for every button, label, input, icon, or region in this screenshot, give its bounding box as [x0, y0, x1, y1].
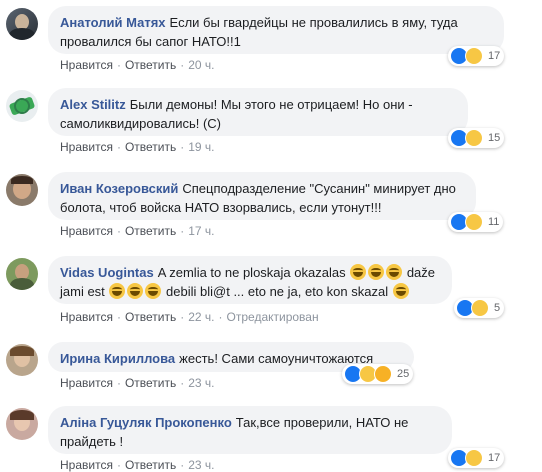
like-link[interactable]: Нравится — [60, 140, 113, 154]
comment-bubble: Анатолий Матях Если бы гвардейцы не прова… — [48, 6, 504, 54]
comment-time[interactable]: 20 ч. — [188, 58, 214, 72]
reply-link[interactable]: Ответить — [125, 224, 176, 238]
reaction-summary[interactable]: 11 — [448, 212, 504, 232]
comment-actions: Нравится · Ответить · 23 ч. — [60, 458, 215, 472]
laughing-emoji-icon — [127, 283, 144, 299]
avatar[interactable] — [6, 8, 38, 40]
laughing-emoji-icon — [145, 283, 162, 299]
reaction-count: 5 — [494, 302, 501, 314]
comment-author[interactable]: Иван Козеровский — [60, 181, 178, 196]
reply-link[interactable]: Ответить — [125, 310, 176, 324]
avatar[interactable] — [6, 344, 38, 376]
avatar[interactable] — [6, 174, 38, 206]
laughing-emoji-icon — [368, 264, 385, 280]
reaction-count: 15 — [488, 132, 501, 144]
comment-bubble: Иван Козеровский Спецподразделение "Сусан… — [48, 172, 476, 220]
like-link[interactable]: Нравится — [60, 224, 113, 238]
comment-actions: Нравится · Ответить · 20 ч. — [60, 58, 215, 72]
laughing-emoji-icon — [386, 264, 403, 280]
avatar[interactable] — [6, 408, 38, 440]
comment-actions: Нравится · Ответить · 22 ч. · Отредактирован — [60, 310, 319, 324]
comment-bubble: Vidas Uogintas A zemlia to ne ploskaja ok… — [48, 256, 452, 304]
comment-author[interactable]: Vidas Uogintas — [60, 265, 154, 280]
comment-time[interactable]: 23 ч. — [188, 458, 214, 472]
comment-author[interactable]: Аліна Гуцуляк Прокопенко — [60, 415, 232, 430]
laughing-emoji-icon — [350, 264, 367, 280]
reply-link[interactable]: Ответить — [125, 58, 176, 72]
reaction-summary[interactable]: 25 — [342, 364, 414, 384]
comment-author[interactable]: Ирина Кириллова — [60, 351, 175, 366]
comment-author[interactable]: Анатолий Матях — [60, 15, 166, 30]
comment-bubble: Аліна Гуцуляк Прокопенко Так,все проверил… — [48, 406, 452, 454]
edited-label[interactable]: Отредактирован — [227, 310, 319, 324]
comment-bubble: Alex Stilitz Были демоны! Мы этого не отр… — [48, 88, 468, 136]
wow-icon — [374, 365, 392, 383]
haha-icon — [465, 213, 483, 231]
comment-actions: Нравится · Ответить · 19 ч. — [60, 140, 215, 154]
comment-author[interactable]: Alex Stilitz — [60, 97, 126, 112]
reaction-count: 11 — [488, 216, 500, 228]
comment-time[interactable]: 22 ч. — [188, 310, 214, 324]
reaction-summary[interactable]: 17 — [448, 448, 505, 468]
laughing-emoji-icon — [109, 283, 126, 299]
like-link[interactable]: Нравится — [60, 458, 113, 472]
comment-text-part: debili bli@t ... eto ne ja, eto kon skaz… — [166, 284, 389, 299]
haha-icon — [465, 129, 483, 147]
reply-link[interactable]: Ответить — [125, 458, 176, 472]
comment-text: жесть! Сами самоуничтожаются — [179, 351, 374, 366]
reaction-count: 25 — [397, 368, 410, 380]
reaction-summary[interactable]: 17 — [448, 46, 505, 66]
avatar[interactable] — [6, 258, 38, 290]
reaction-summary[interactable]: 15 — [448, 128, 505, 148]
avatar[interactable] — [6, 90, 38, 122]
comment-time[interactable]: 19 ч. — [188, 140, 214, 154]
comment-actions: Нравится · Ответить · 17 ч. — [60, 224, 215, 238]
like-link[interactable]: Нравится — [60, 376, 113, 390]
reaction-count: 17 — [488, 50, 501, 62]
like-link[interactable]: Нравится — [60, 58, 113, 72]
comment-text-part: A zemlia to ne ploskaja okazalas — [157, 265, 346, 280]
haha-icon — [471, 299, 489, 317]
comment-time[interactable]: 23 ч. — [188, 376, 214, 390]
reply-link[interactable]: Ответить — [125, 140, 176, 154]
haha-icon — [465, 47, 483, 65]
like-link[interactable]: Нравится — [60, 310, 113, 324]
comment-actions: Нравится · Ответить · 23 ч. — [60, 376, 215, 390]
laughing-emoji-icon — [392, 283, 409, 299]
reaction-count: 17 — [488, 452, 501, 464]
reply-link[interactable]: Ответить — [125, 376, 176, 390]
haha-icon — [465, 449, 483, 467]
comment-time[interactable]: 17 ч. — [188, 224, 214, 238]
reaction-summary[interactable]: 5 — [454, 298, 505, 318]
